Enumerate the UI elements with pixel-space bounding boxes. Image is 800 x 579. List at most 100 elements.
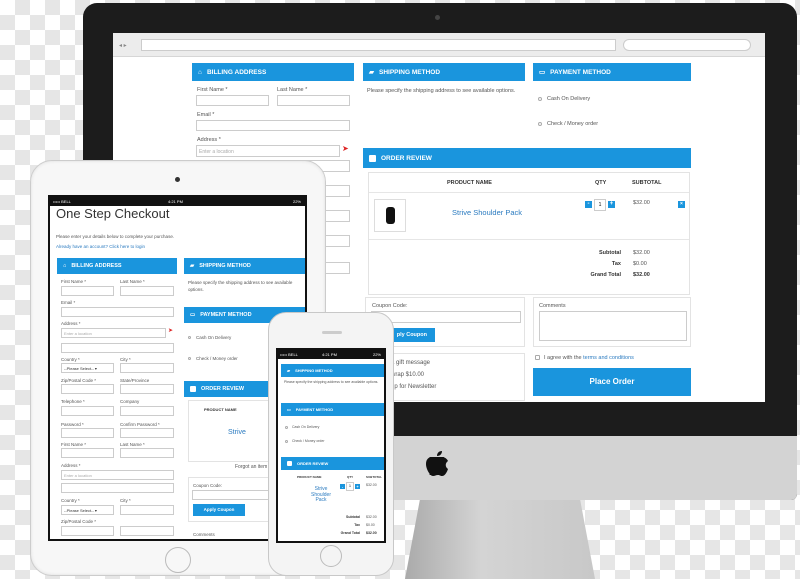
zip-label: Zip/Postal Code * bbox=[61, 378, 97, 383]
qty-decrease-button[interactable]: - bbox=[585, 201, 592, 208]
first-name-input-2[interactable] bbox=[61, 448, 114, 458]
address-input[interactable]: Enter a location bbox=[196, 145, 340, 157]
carrier: ••••• BELL bbox=[280, 352, 298, 357]
login-link[interactable]: Already have an account? Click here to l… bbox=[56, 244, 145, 249]
qty-input[interactable]: 1 bbox=[594, 199, 606, 211]
payment-option-cod[interactable]: Cash On Delivery bbox=[538, 96, 590, 102]
grand-total-label: Grand Total bbox=[340, 531, 360, 535]
truck-icon: ▰ bbox=[190, 263, 195, 269]
forgot-item-link[interactable]: Forgot an item bbox=[235, 464, 267, 470]
password-input[interactable] bbox=[61, 428, 114, 438]
email-input[interactable] bbox=[61, 307, 174, 317]
phone-order-review-header: Order Review bbox=[281, 457, 384, 470]
tablet-apply-coupon-button[interactable]: Apply Coupon bbox=[193, 504, 245, 516]
last-name-input[interactable] bbox=[277, 95, 350, 106]
last-name-input-2[interactable] bbox=[120, 448, 174, 458]
address-line-2-input-2[interactable] bbox=[61, 483, 174, 493]
payment-option-check[interactable]: Check / Money order bbox=[538, 121, 598, 127]
first-name-label: First Name * bbox=[61, 279, 87, 284]
intro-text: Please enter your details below to compl… bbox=[56, 234, 175, 239]
qty-input[interactable]: 1 bbox=[346, 482, 354, 491]
last-name-label: Last Name * bbox=[277, 87, 308, 93]
col-qty: QTY bbox=[347, 475, 354, 479]
comments-box: Comments bbox=[533, 297, 691, 347]
phone-payment-cod[interactable]: Cash On Delivery bbox=[285, 425, 319, 429]
product-image bbox=[374, 199, 406, 232]
telephone-label: Telephone * bbox=[61, 399, 85, 404]
tablet-billing-header: ⌂ Billing Address bbox=[57, 258, 177, 274]
email-label: Email * bbox=[61, 300, 76, 305]
phone-product-link[interactable]: Strive Shoulder Pack bbox=[305, 486, 337, 504]
last-name-input[interactable] bbox=[120, 286, 174, 296]
place-order-button[interactable]: Place Order bbox=[533, 368, 691, 396]
city-input-2[interactable] bbox=[120, 505, 174, 515]
country-select-2[interactable]: --Please Select-- ▾ bbox=[61, 505, 114, 515]
first-name-input[interactable] bbox=[196, 95, 269, 106]
back-icon[interactable]: ◂ ▸ bbox=[119, 42, 127, 49]
address-line-2-input[interactable] bbox=[61, 343, 174, 353]
tax-value: $0.00 bbox=[633, 261, 647, 267]
grand-total-value: $32.00 bbox=[633, 272, 650, 278]
address-label: Address * bbox=[61, 321, 81, 326]
confirm-password-input[interactable] bbox=[120, 428, 174, 438]
address-input-2[interactable]: Enter a location bbox=[61, 470, 174, 480]
terms-link[interactable]: terms and conditions bbox=[583, 355, 634, 361]
tablet-home-button[interactable] bbox=[165, 547, 191, 573]
phone-screen: ••••• BELL 4:21 PM 22% bbox=[276, 348, 386, 543]
comments-textarea[interactable] bbox=[539, 311, 687, 341]
coupon-label: Coupon Code: bbox=[193, 483, 223, 488]
newsletter-option[interactable]: up for Newsletter bbox=[391, 384, 436, 390]
qty-decrease-button[interactable]: - bbox=[340, 484, 345, 489]
country-label-2: Country * bbox=[61, 498, 80, 503]
phone-home-button[interactable] bbox=[320, 545, 342, 567]
terms-checkbox[interactable] bbox=[535, 355, 540, 361]
remove-item-button[interactable]: × bbox=[678, 201, 685, 208]
credit-card-icon: ▭ bbox=[287, 407, 291, 412]
state-input-2[interactable] bbox=[120, 526, 174, 536]
zip-label-2: Zip/Postal Code * bbox=[61, 519, 97, 524]
confirm-password-label: Confirm Password * bbox=[120, 422, 160, 427]
last-name-label: Last Name * bbox=[120, 279, 145, 284]
imac-stand bbox=[405, 498, 595, 579]
country-select[interactable]: --Please Select-- ▾ bbox=[61, 363, 114, 373]
company-label: Company bbox=[120, 399, 140, 404]
phone-payment-check[interactable]: Check / Money order bbox=[285, 439, 325, 443]
phone-shipping-header: ▰ Shipping Method bbox=[281, 364, 384, 377]
first-name-input[interactable] bbox=[61, 286, 114, 296]
location-icon[interactable]: ➤ bbox=[168, 327, 173, 334]
page-title: One Step Checkout bbox=[56, 206, 170, 221]
terms-agree[interactable]: I agree with the terms and conditions bbox=[535, 355, 634, 361]
address-bar[interactable] bbox=[141, 39, 616, 51]
qty-increase-button[interactable]: + bbox=[355, 484, 360, 489]
truck-icon: ▰ bbox=[287, 368, 291, 373]
tablet-shipping-text: Please specify the shipping address to s… bbox=[188, 280, 293, 292]
zip-input-2[interactable] bbox=[61, 526, 114, 536]
gift-wrap-option[interactable]: wrap $10.00 bbox=[391, 372, 424, 378]
tablet-payment-check[interactable]: Check / Money order bbox=[188, 356, 238, 361]
shipping-text: Please specify the shipping address to s… bbox=[367, 88, 516, 94]
tablet-payment-cod[interactable]: Cash On Delivery bbox=[188, 335, 231, 340]
grand-total-value: $32.00 bbox=[366, 531, 377, 535]
address-input[interactable]: Enter a location bbox=[61, 328, 166, 338]
zip-input[interactable] bbox=[61, 384, 114, 394]
telephone-input[interactable] bbox=[61, 406, 114, 416]
state-input[interactable] bbox=[120, 384, 174, 394]
col-qty: QTY bbox=[595, 180, 607, 186]
location-icon[interactable]: ➤ bbox=[342, 144, 349, 153]
tablet-product-link[interactable]: Strive bbox=[228, 429, 246, 436]
product-link[interactable]: Strive Shoulder Pack bbox=[452, 208, 522, 217]
coupon-label: Coupon Code: bbox=[372, 303, 408, 309]
password-label: Password * bbox=[61, 422, 84, 427]
grand-total-label: Grand Total bbox=[590, 272, 621, 278]
order-review-table: Product Name QTY Subtotal Strive Shoulde… bbox=[368, 172, 690, 295]
qty-increase-button[interactable]: + bbox=[608, 201, 615, 208]
credit-card-icon: ▭ bbox=[539, 69, 546, 76]
coupon-input[interactable] bbox=[371, 311, 521, 323]
gift-message-option[interactable]: a gift message bbox=[391, 360, 430, 366]
search-bar[interactable] bbox=[623, 39, 751, 51]
comments-label: Comments bbox=[193, 532, 215, 537]
city-input[interactable] bbox=[120, 363, 174, 373]
email-input[interactable] bbox=[196, 120, 350, 131]
subtotal-value: $32.00 bbox=[633, 250, 650, 256]
company-input[interactable] bbox=[120, 406, 174, 416]
